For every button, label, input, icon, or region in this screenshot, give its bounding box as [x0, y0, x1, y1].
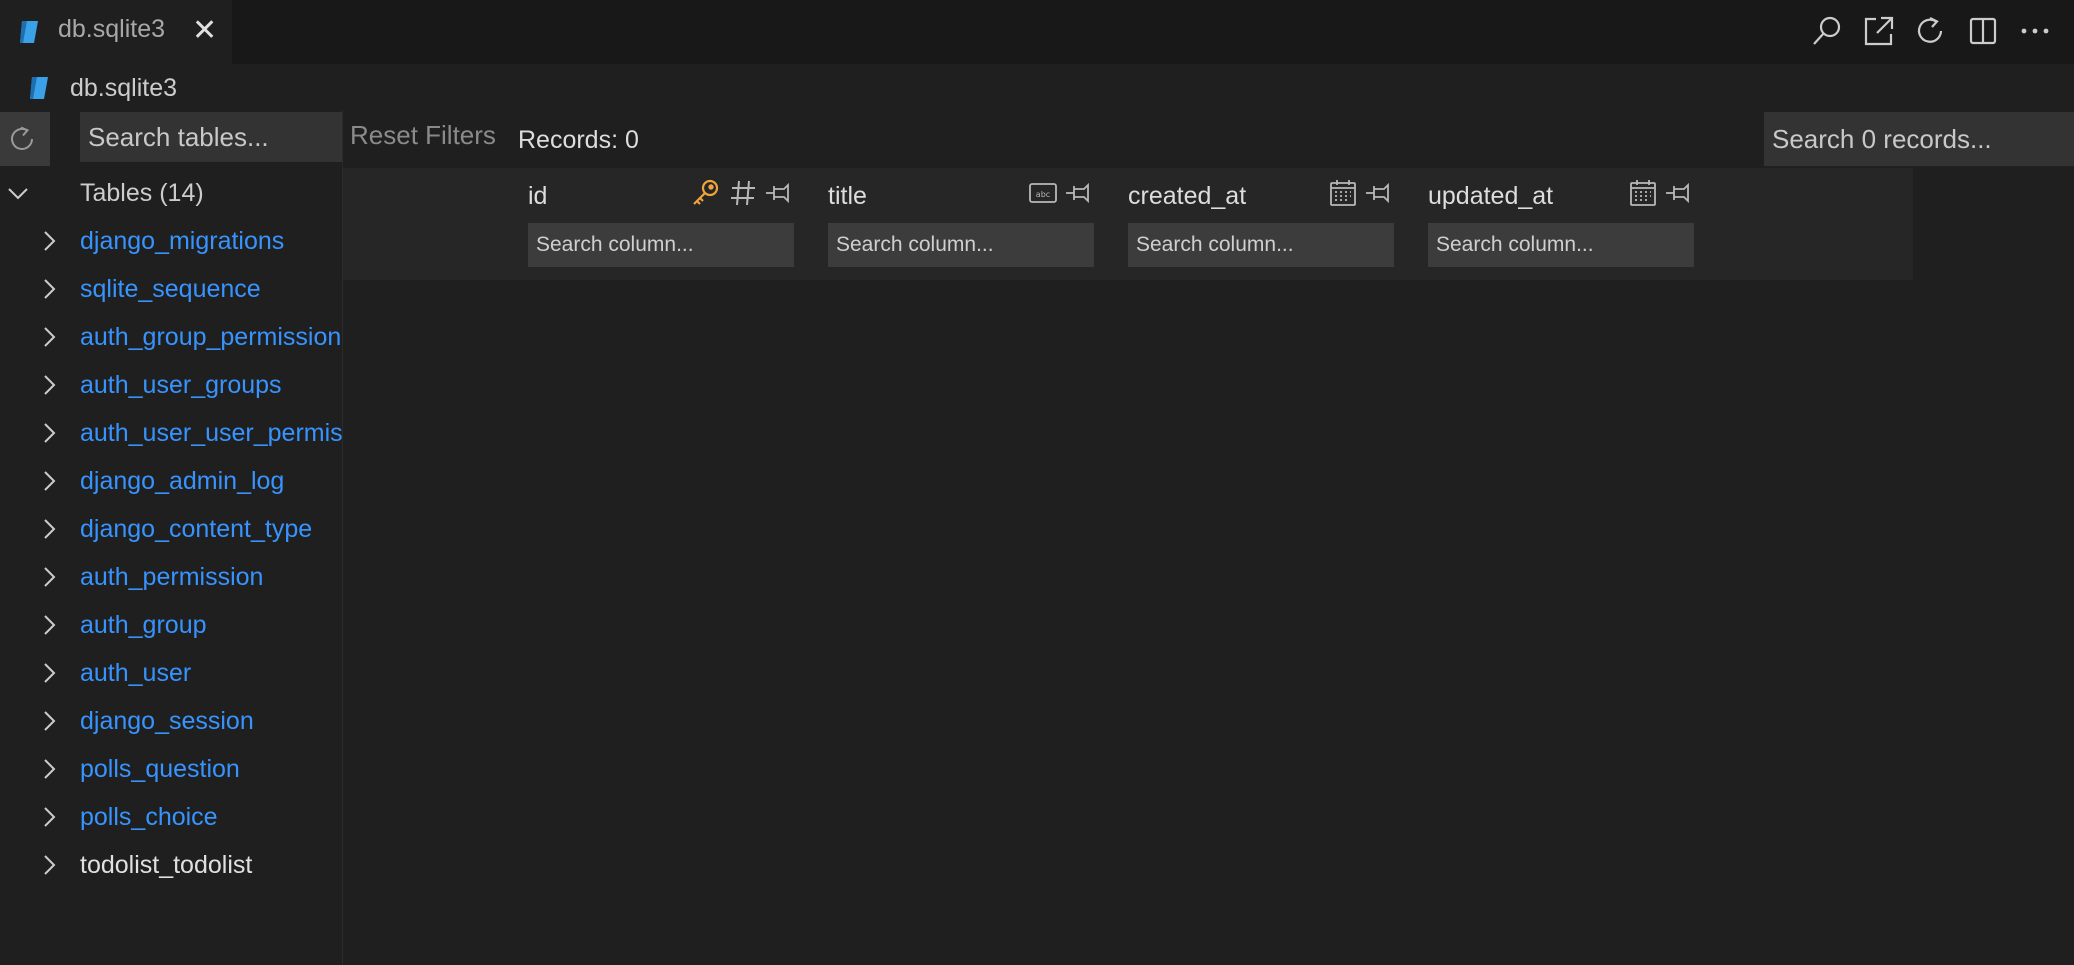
refresh-icon[interactable]	[1914, 14, 1948, 48]
table-name-selected: todolist_todolist	[80, 851, 253, 879]
chevron-right-icon	[40, 660, 58, 686]
table-name: django_content_type	[80, 515, 313, 543]
created-at-search-input[interactable]	[1128, 223, 1394, 267]
table-name: django_admin_log	[80, 467, 285, 495]
search-records-input[interactable]	[1764, 112, 2074, 166]
sidebar-item-sqlite-sequence[interactable]: sqlite_sequence	[0, 266, 342, 314]
column-name: updated_at	[1428, 182, 1554, 210]
tab-label: db.sqlite3	[58, 15, 166, 43]
chevron-right-icon	[40, 228, 58, 254]
sidebar-item-django-admin-log[interactable]: django_admin_log	[0, 458, 342, 506]
column-name: created_at	[1128, 182, 1247, 210]
column-name: title	[828, 182, 867, 210]
table-name: auth_permission	[80, 563, 264, 591]
chevron-right-icon	[40, 372, 58, 398]
sidebar-item-django-migrations[interactable]: django_migrations	[0, 218, 342, 266]
updated-at-search-input[interactable]	[1428, 223, 1694, 267]
sidebar-item-polls-question[interactable]: polls_question	[0, 746, 342, 794]
calendar-icon	[1628, 178, 1658, 213]
table-name: django_migrations	[80, 227, 285, 255]
sidebar-item-auth-user-user-permissions[interactable]: auth_user_user_permissions	[0, 410, 342, 458]
sidebar-item-auth-user-groups[interactable]: auth_user_groups	[0, 362, 342, 410]
close-tab-icon[interactable]: ✕	[192, 15, 217, 47]
table-name: auth_user	[80, 659, 192, 687]
records-count: Records: 0	[518, 126, 639, 154]
sidebar-item-auth-group-permissions[interactable]: auth_group_permissions	[0, 314, 342, 362]
chevron-right-icon	[40, 612, 58, 638]
reset-filters-button[interactable]: Reset Filters	[350, 120, 496, 151]
table-name: sqlite_sequence	[80, 275, 261, 303]
id-search-input[interactable]	[528, 223, 794, 267]
tables-header-label: Tables (14)	[80, 179, 204, 207]
text-type-icon: abc	[1028, 178, 1058, 213]
table-name: django_session	[80, 707, 254, 735]
chevron-right-icon	[40, 708, 58, 734]
more-actions-icon[interactable]	[2018, 14, 2052, 48]
pin-icon[interactable]	[1364, 178, 1394, 213]
svg-text:abc: abc	[1036, 190, 1050, 199]
table-name: auth_group_permissions	[80, 323, 342, 351]
chevron-right-icon	[40, 756, 58, 782]
sidebar-item-auth-permission[interactable]: auth_permission	[0, 554, 342, 602]
sqlite-file-icon	[18, 19, 40, 50]
number-type-icon	[728, 178, 758, 213]
table-name: auth_user_user_permissions	[80, 419, 342, 447]
calendar-icon	[1328, 178, 1358, 213]
pin-icon[interactable]	[1064, 178, 1094, 213]
column-header-id[interactable]: id	[528, 168, 794, 280]
breadcrumb-file[interactable]: db.sqlite3	[70, 74, 177, 103]
chevron-right-icon	[40, 564, 58, 590]
title-search-input[interactable]	[828, 223, 1094, 267]
sidebar-item-todolist-todolist[interactable]: todolist_todolist	[0, 842, 342, 890]
grid-body	[343, 280, 2074, 965]
sidebar-item-auth-user[interactable]: auth_user	[0, 650, 342, 698]
search-tables-input[interactable]	[80, 112, 342, 162]
pin-icon[interactable]	[1664, 178, 1694, 213]
column-header-updated-at[interactable]: updated_at	[1428, 168, 1694, 280]
open-external-icon[interactable]	[1862, 14, 1896, 48]
pin-icon[interactable]	[764, 178, 794, 213]
tables-header[interactable]: Tables (14)	[0, 170, 342, 218]
tab-db-sqlite3[interactable]: db.sqlite3 ✕	[0, 0, 232, 65]
grid-header: id title abc created_at	[343, 168, 1913, 280]
search-icon[interactable]	[1810, 14, 1844, 48]
column-name: id	[528, 182, 548, 210]
sidebar-item-django-session[interactable]: django_session	[0, 698, 342, 746]
breadcrumb: db.sqlite3	[0, 64, 2074, 109]
table-name: auth_user_groups	[80, 371, 282, 399]
chevron-right-icon	[40, 852, 58, 878]
chevron-right-icon	[40, 468, 58, 494]
split-editor-icon[interactable]	[1966, 14, 2000, 48]
column-header-title[interactable]: title abc	[828, 168, 1094, 280]
chevron-right-icon	[40, 516, 58, 542]
chevron-right-icon	[40, 804, 58, 830]
column-header-created-at[interactable]: created_at	[1128, 168, 1394, 280]
chevron-right-icon	[40, 276, 58, 302]
table-name: polls_choice	[80, 803, 218, 831]
sidebar-item-auth-group[interactable]: auth_group	[0, 602, 342, 650]
refresh-tables-button[interactable]	[0, 112, 50, 166]
tab-bar: db.sqlite3 ✕	[0, 0, 2074, 65]
chevron-right-icon	[40, 420, 58, 446]
table-name: auth_group	[80, 611, 207, 639]
primary-key-icon	[690, 177, 722, 214]
chevron-right-icon	[40, 324, 58, 350]
sidebar-item-django-content-type[interactable]: django_content_type	[0, 506, 342, 554]
chevron-down-icon	[6, 180, 28, 206]
sidebar-item-polls-choice[interactable]: polls_choice	[0, 794, 342, 842]
table-name: polls_question	[80, 755, 240, 783]
sqlite-file-icon	[28, 75, 50, 106]
